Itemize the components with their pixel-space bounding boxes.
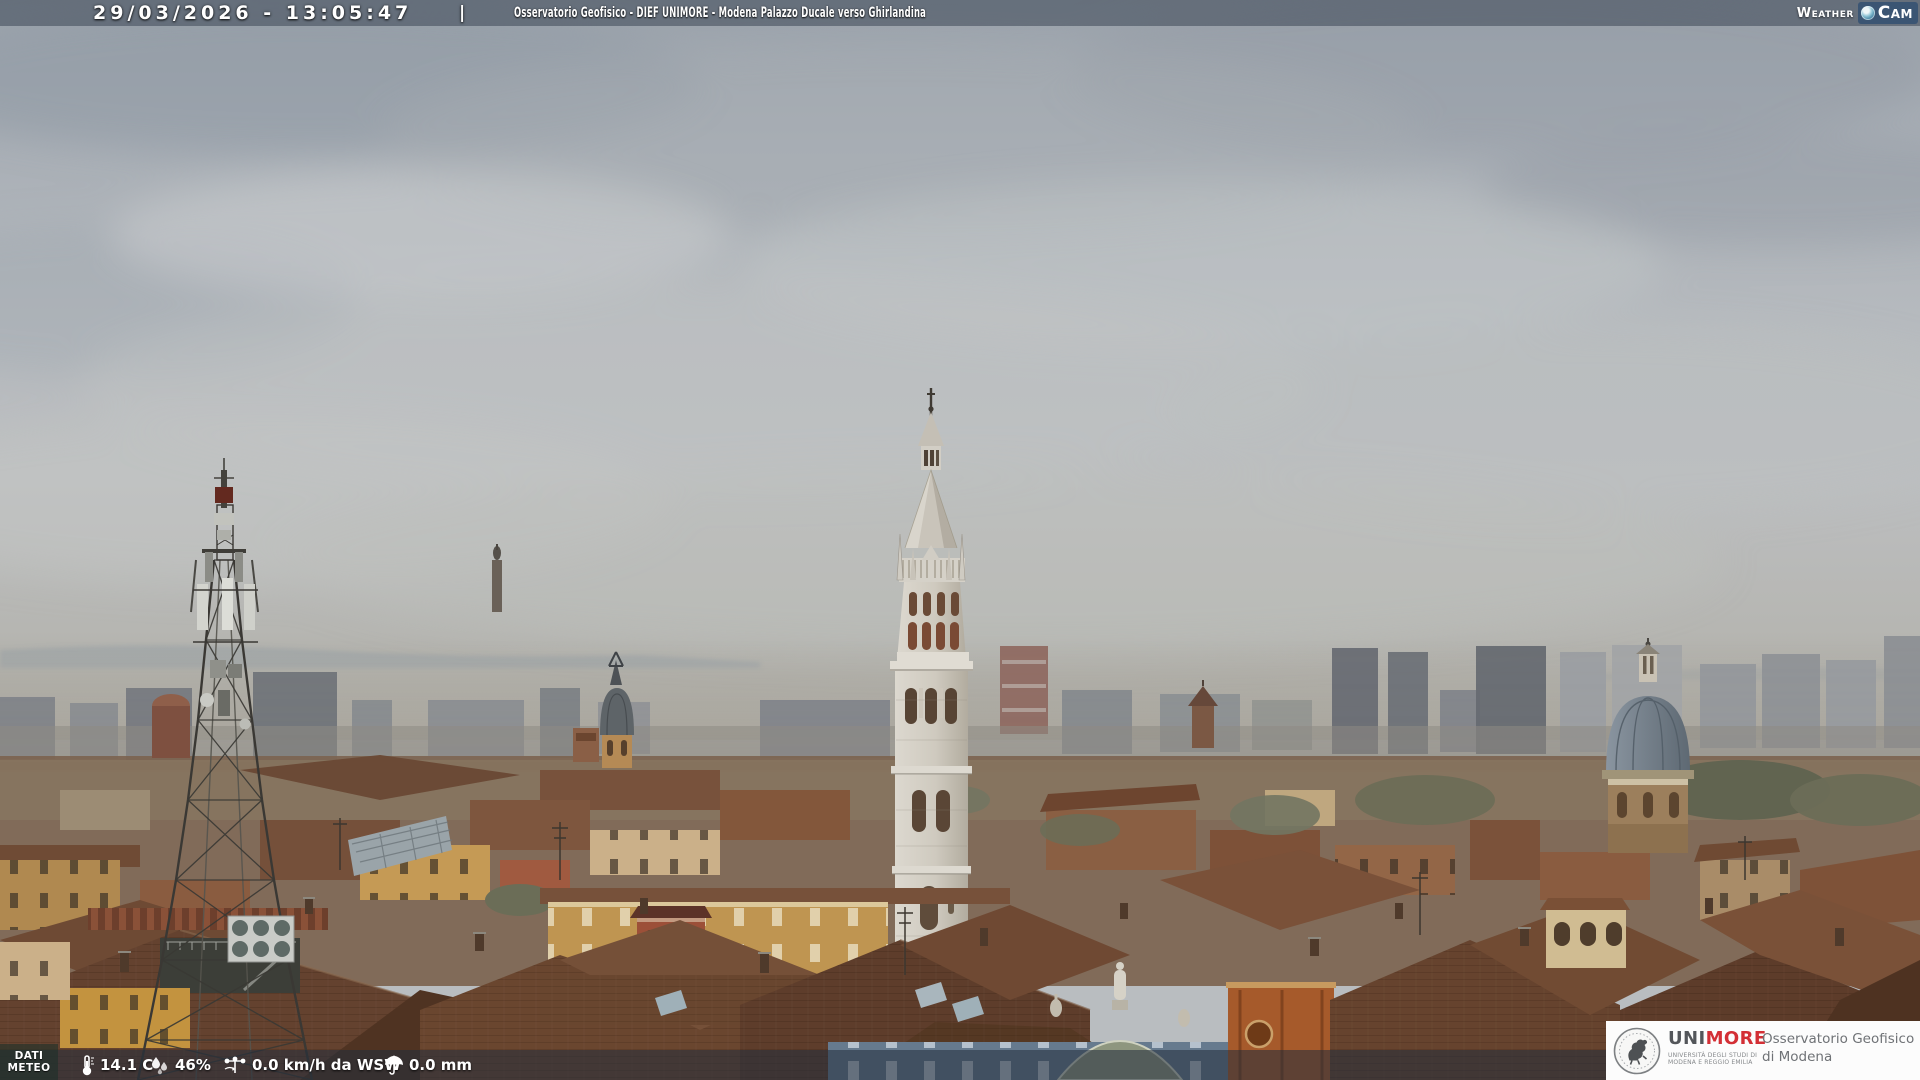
humidity-value: 46%: [175, 1056, 211, 1074]
university-subtitle-line1: UNIVERSITÀ DEGLI STUDI DI: [1668, 1052, 1758, 1059]
humidity-reading: 46%: [148, 1050, 211, 1080]
unimore-wordmark: UNIMORE: [1668, 1028, 1767, 1049]
precipitation-value: 0.0 mm: [409, 1056, 473, 1074]
unimore-logo-text: UNIMORE UNIVERSITÀ DEGLI STUDI DI MODENA…: [1668, 1028, 1767, 1067]
weathercam-cam-label: Cam: [1877, 3, 1913, 23]
statue-spire: [492, 544, 502, 612]
temperature-reading: 14.1 C: [76, 1050, 153, 1080]
observatory-name-line2: di Modena: [1762, 1049, 1833, 1065]
university-subtitle-line2: MODENA E REGGIO EMILIA: [1668, 1059, 1753, 1066]
unimore-more: MORE: [1705, 1028, 1767, 1049]
droplets-icon: [152, 1057, 167, 1075]
unimore-uni: UNI: [1668, 1028, 1706, 1049]
webcam-frame: 29/03/2026 - 13:05:47 | Osservatorio Geo…: [0, 0, 1920, 1080]
timestamp: 29/03/2026 - 13:05:47: [93, 2, 413, 24]
weathercam-dot-icon: [1860, 6, 1875, 20]
weathercam-weather-label: Weather: [1796, 5, 1854, 21]
unimore-branding-box: UNIMORE UNIVERSITÀ DEGLI STUDI DI MODENA…: [1606, 1021, 1920, 1080]
precipitation-reading: 0.0 mm: [382, 1050, 472, 1080]
unimore-seal-icon: [1613, 1027, 1661, 1075]
weathercam-watermark: Weather Cam: [1797, 0, 1918, 26]
thermometer-icon: [82, 1055, 94, 1076]
temperature-value: 14.1 C: [100, 1056, 154, 1074]
meteo-label-line2: METEO: [7, 1062, 51, 1074]
separator: |: [459, 3, 466, 23]
university-subtitle: UNIVERSITÀ DEGLI STUDI DI MODENA E REGGI…: [1668, 1052, 1764, 1066]
rooftop-hvac-unit: [227, 915, 295, 963]
city-panorama-photo: [0, 0, 1920, 1080]
wind-value: 0.0 km/h da WSW: [252, 1056, 401, 1074]
observatory-name-line1: Osservatorio Geofisico: [1762, 1031, 1915, 1047]
anemometer-icon: [224, 1056, 246, 1073]
meteo-data-label: DATI METEO: [0, 1044, 58, 1080]
camera-title: Osservatorio Geofisico - DIEF UNIMORE - …: [514, 5, 927, 21]
umbrella-icon: [385, 1055, 403, 1075]
top-overlay-bar: 29/03/2026 - 13:05:47 | Osservatorio Geo…: [0, 0, 1920, 26]
observatory-name: Osservatorio Geofisico di Modena: [1762, 1030, 1914, 1066]
wind-reading: 0.0 km/h da WSW: [222, 1050, 401, 1080]
weathercam-panel: Cam: [1857, 2, 1918, 24]
meteo-label-line1: DATI: [14, 1050, 44, 1062]
